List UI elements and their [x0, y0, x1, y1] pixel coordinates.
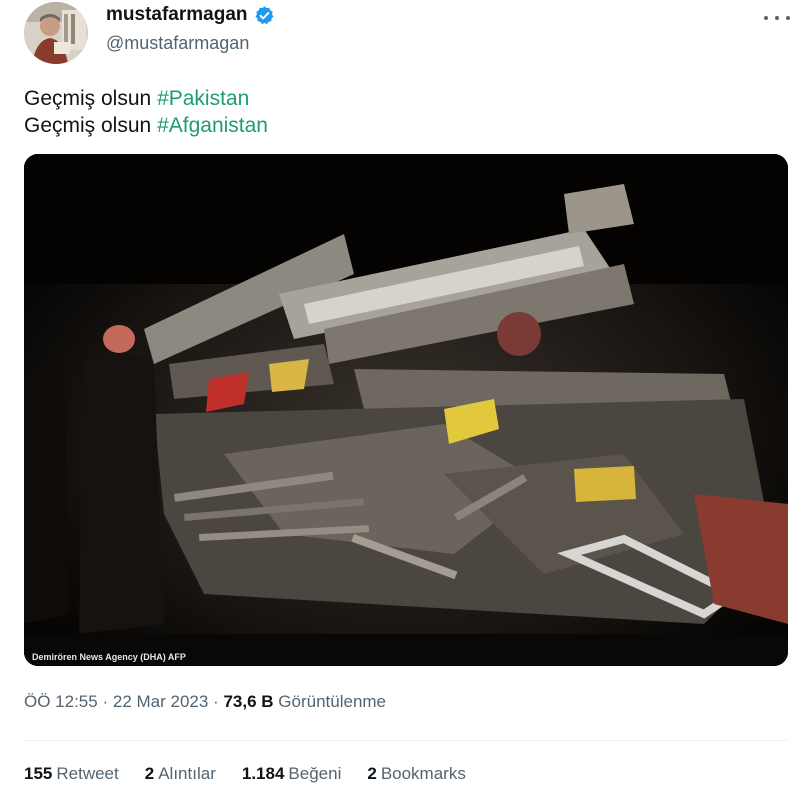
retweets-count: 155 [24, 764, 53, 783]
retweets-label: Retweet [56, 764, 119, 783]
views-label: Görüntülenme [278, 692, 387, 711]
tweet-line-text: Geçmiş olsun [24, 87, 152, 110]
photo-credit: Demirören News Agency (DHA) AFP [32, 652, 186, 662]
views-count: 73,6 B [223, 692, 274, 711]
likes-count: 1.184 [241, 764, 285, 783]
tweet-line-text: Geçmiş olsun [24, 114, 152, 137]
divider [24, 740, 788, 741]
quotes-stat[interactable]: 2 Alıntılar [145, 764, 216, 784]
tweet-line-1: Geçmiş olsun #Pakistan [24, 85, 268, 112]
bookmarks-count: 2 [367, 764, 377, 783]
author-display-name[interactable]: mustafarmagan [106, 4, 248, 26]
author-name-row[interactable]: mustafarmagan [106, 4, 275, 26]
tweet-time[interactable]: ÖÖ 12:55 [24, 692, 98, 711]
likes-label: Beğeni [288, 764, 342, 783]
quotes-count: 2 [144, 764, 155, 783]
bookmarks-stat[interactable]: 2 Bookmarks [367, 764, 466, 784]
tweet-line-2: Geçmiş olsun #Afganistan [24, 112, 268, 139]
tweet-metadata: ÖÖ 12:55 · 22 Mar 2023 · 73,6 B Görüntül… [24, 692, 386, 712]
verified-badge-icon [254, 5, 275, 26]
avatar-image [24, 2, 88, 64]
earthquake-rubble-image [24, 154, 788, 666]
meta-separator: · [102, 692, 109, 711]
author-handle[interactable]: @mustafarmagan [106, 33, 249, 54]
hashtag-link-pakistan[interactable]: #Pakistan [157, 87, 249, 110]
retweets-stat[interactable]: 155 Retweet [24, 764, 119, 784]
author-avatar[interactable] [24, 2, 88, 64]
hashtag-link-afganistan[interactable]: #Afganistan [157, 114, 268, 137]
more-options-icon[interactable] [764, 8, 790, 28]
engagement-stats: 155 Retweet 2 Alıntılar 1.184 Beğeni 2 Bookm… [24, 764, 492, 784]
tweet-media-photo[interactable]: Demirören News Agency (DHA) AFP [24, 154, 788, 666]
likes-stat[interactable]: 1.184 Beğeni [242, 764, 341, 784]
quotes-label: Alıntılar [158, 764, 216, 783]
meta-separator: · [213, 692, 219, 711]
tweet-date[interactable]: 22 Mar 2023 [113, 692, 208, 711]
bookmarks-label: Bookmarks [380, 764, 466, 783]
tweet-text: Geçmiş olsun #Pakistan Geçmiş olsun #Afg… [24, 85, 268, 139]
